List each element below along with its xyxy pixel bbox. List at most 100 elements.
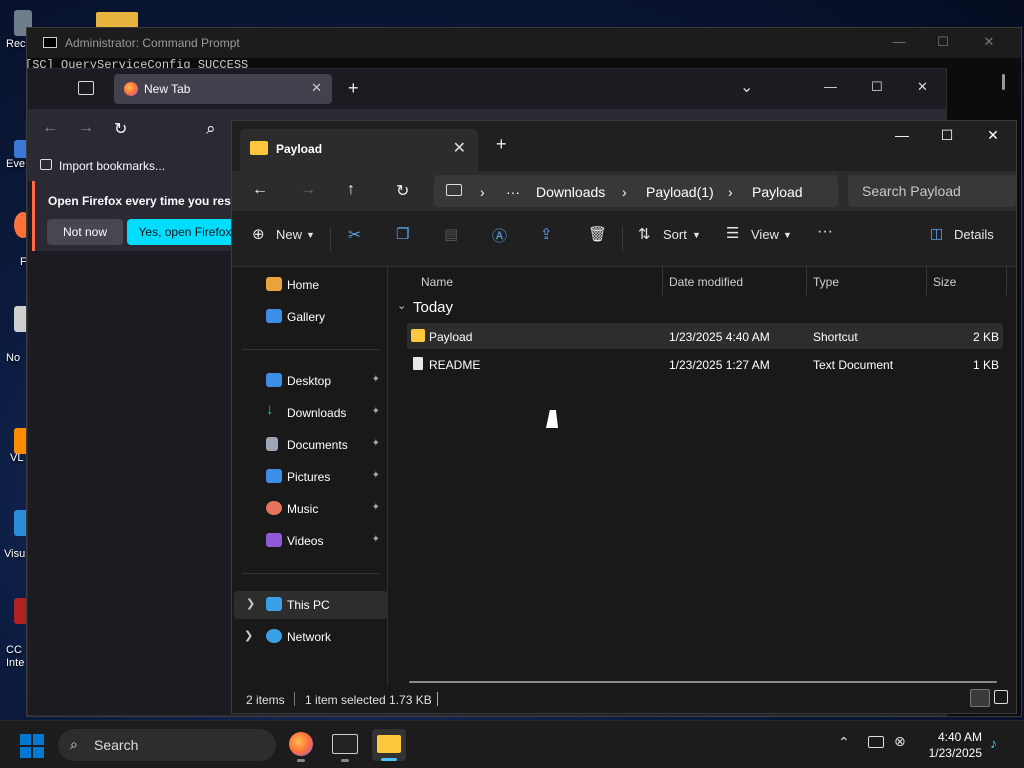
sidebar-item-documents[interactable]: Documents ✦ (232, 431, 386, 459)
desktop-folder-icon[interactable] (96, 12, 138, 28)
network-status-icon[interactable] (868, 736, 884, 748)
monitor-icon[interactable] (446, 184, 462, 196)
search-input[interactable]: Search Payload (848, 175, 1016, 207)
desktop-shortcut-label: No (6, 352, 21, 364)
view-button[interactable]: View (751, 227, 779, 242)
sort-button[interactable]: Sort (663, 227, 687, 242)
status-bar: 2 items 1 item selected 1.73 KB (232, 685, 1016, 713)
file-row-payload[interactable]: Payload 1/23/2025 4:40 AM Shortcut 2 KB (407, 323, 1003, 349)
yes-open-firefox-button[interactable]: Yes, open Firefox (127, 219, 243, 245)
maximize-button[interactable]: ☐ (871, 79, 883, 95)
cmd-titlebar[interactable]: Administrator: Command Prompt — ☐ ✕ (27, 28, 1021, 58)
column-header-size[interactable]: Size (927, 267, 1007, 295)
column-header-name[interactable]: Name (415, 267, 663, 295)
close-button[interactable]: ✕ (979, 34, 999, 52)
sidebar-item-videos[interactable]: Videos ✦ (232, 527, 386, 555)
up-icon[interactable]: ↑ (347, 181, 355, 199)
tab-title: New Tab (144, 82, 191, 96)
taskbar-app-terminal[interactable] (330, 729, 360, 762)
navigation-pane: Home Gallery Desktop ✦ ↓ Downloads ✦ Doc… (232, 267, 388, 685)
paste-icon[interactable]: ▤ (444, 225, 458, 243)
horizontal-scrollbar[interactable] (409, 681, 997, 683)
file-name: Payload (429, 330, 473, 344)
tab-close-icon[interactable]: ✕ (311, 80, 322, 96)
column-header-type[interactable]: Type (807, 267, 927, 295)
copy-icon[interactable]: ❐ (396, 225, 409, 243)
maximize-button[interactable]: ☐ (935, 127, 959, 147)
view-icon: ☰ (726, 225, 740, 242)
breadcrumb-separator-icon: › (480, 184, 485, 200)
close-button[interactable]: ✕ (981, 127, 1005, 147)
breadcrumb-item-payload[interactable]: Payload (752, 184, 803, 200)
folder-icon (250, 141, 268, 155)
cmd-scrollbar[interactable] (1002, 74, 1005, 90)
forward-icon[interactable]: → (300, 181, 316, 199)
new-tab-button[interactable]: + (496, 134, 507, 155)
more-options-button[interactable]: ··· (817, 223, 833, 241)
file-type: Text Document (813, 358, 894, 372)
details-view-icon[interactable] (970, 689, 990, 707)
videos-icon (266, 533, 282, 547)
sidebar-item-label: Desktop (287, 374, 332, 388)
firefox-view-icon[interactable] (78, 81, 94, 95)
file-row-readme[interactable]: README 1/23/2025 1:27 AM Text Document 1… (407, 351, 1003, 377)
group-header-today[interactable]: Today (413, 299, 453, 316)
explorer-tab-payload[interactable]: Payload ✕ (240, 129, 478, 171)
cut-icon[interactable]: ✂ (348, 225, 361, 245)
taskbar-app-firefox[interactable] (286, 729, 316, 762)
sidebar-item-home[interactable]: Home (232, 271, 386, 299)
minimize-button[interactable]: — (890, 127, 914, 147)
new-button[interactable]: New (276, 227, 302, 242)
minimize-button[interactable]: — (824, 79, 837, 94)
notification-bell-icon[interactable]: ♪ (990, 735, 997, 751)
taskbar-search-box[interactable]: ⌕ Search (58, 729, 276, 761)
not-now-button[interactable]: Not now (47, 219, 123, 245)
reload-icon[interactable]: ↻ (114, 119, 127, 139)
refresh-icon[interactable]: ↻ (396, 181, 409, 201)
new-tab-button[interactable]: + (348, 78, 359, 99)
firefox-tab-new-tab[interactable]: New Tab ✕ (114, 74, 332, 104)
sidebar-item-music[interactable]: Music ✦ (232, 495, 386, 523)
sidebar-item-pictures[interactable]: Pictures ✦ (232, 463, 386, 491)
file-size: 2 KB (972, 330, 999, 344)
breadcrumb[interactable]: › ··· Downloads › Payload(1) › Payload (434, 175, 838, 207)
file-explorer-window[interactable]: Payload ✕ + — ☐ ✕ ← → ↑ ↻ › ··· Download… (231, 120, 1017, 714)
tab-title: Payload (276, 142, 323, 156)
delete-icon[interactable]: 🗑 (588, 225, 607, 243)
show-hidden-icons-icon[interactable]: ⌃ (838, 734, 850, 751)
sidebar-item-desktop[interactable]: Desktop ✦ (232, 367, 386, 395)
minimize-button[interactable]: — (889, 34, 909, 52)
breadcrumb-item-payload-1[interactable]: Payload(1) (646, 184, 714, 200)
firefox-logo-icon (124, 82, 138, 96)
share-icon[interactable]: ⇪ (540, 225, 553, 243)
sidebar-item-this-pc[interactable]: ❯ This PC (234, 591, 388, 619)
back-icon[interactable]: ← (252, 181, 268, 199)
close-button[interactable]: ✕ (917, 79, 928, 95)
volume-muted-icon[interactable]: ⊗ (894, 733, 906, 750)
details-button[interactable]: Details (954, 227, 994, 242)
sidebar-item-gallery[interactable]: Gallery (232, 303, 386, 331)
column-header-date-modified[interactable]: Date modified (663, 267, 807, 295)
sidebar-item-label: Music (287, 502, 319, 516)
chevron-right-icon[interactable]: ❯ (246, 597, 255, 610)
back-icon[interactable]: ← (42, 119, 58, 137)
forward-icon[interactable]: → (78, 119, 94, 137)
start-button[interactable] (20, 734, 44, 758)
tab-close-icon[interactable]: ✕ (453, 138, 466, 158)
taskbar-app-file-explorer[interactable] (372, 729, 406, 761)
breadcrumb-overflow[interactable]: ··· (506, 184, 520, 200)
breadcrumb-item-downloads[interactable]: Downloads (536, 184, 605, 200)
sidebar-item-downloads[interactable]: ↓ Downloads ✦ (232, 399, 386, 427)
search-icon[interactable]: ⌕ (206, 119, 216, 139)
tiles-view-icon[interactable] (994, 690, 1008, 704)
search-icon: ⌕ (70, 736, 78, 752)
chevron-right-icon[interactable]: ❯ (244, 629, 253, 642)
import-bookmarks-link[interactable]: Import bookmarks... (59, 159, 165, 173)
chevron-down-icon[interactable]: ⌄ (397, 299, 406, 312)
sidebar-item-network[interactable]: ❯ Network (232, 623, 386, 651)
rename-icon[interactable]: Ⓐ (492, 225, 507, 246)
divider (622, 227, 623, 251)
taskbar-clock[interactable]: 4:40 AM 1/23/2025 (929, 729, 982, 761)
maximize-button[interactable]: ☐ (933, 34, 953, 52)
list-all-tabs-icon[interactable]: ⌄ (740, 77, 753, 97)
